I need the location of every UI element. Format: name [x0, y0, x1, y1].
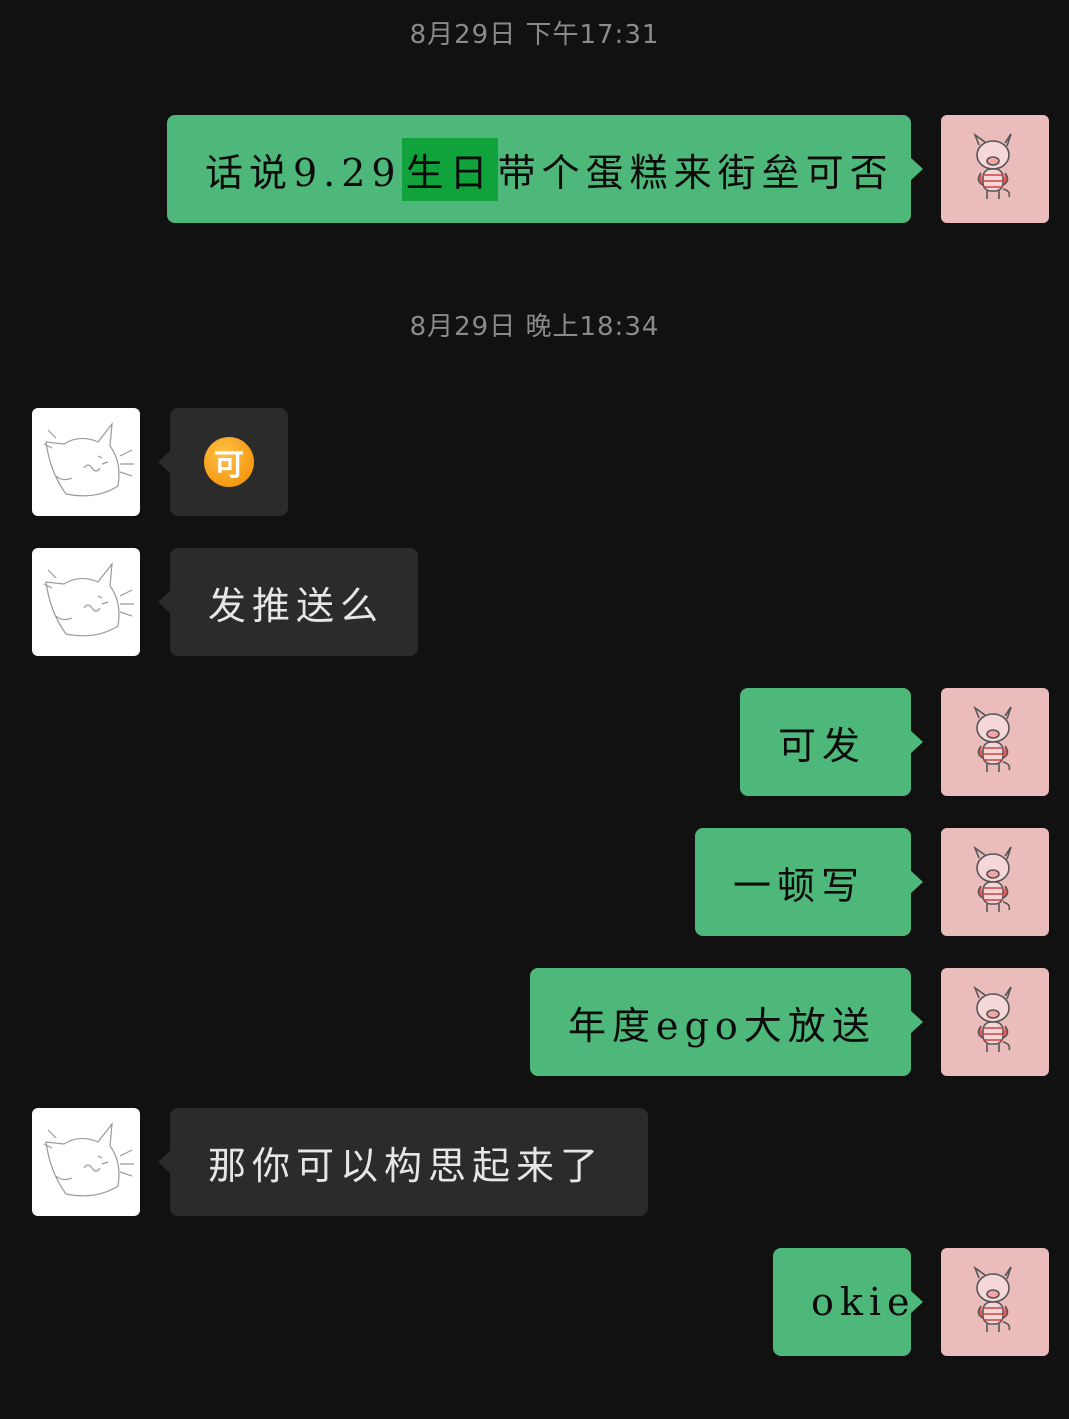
message-bubble-me-5[interactable]: okie	[773, 1248, 923, 1356]
message-bubble-them-1[interactable]: 可	[158, 408, 288, 516]
message-bubble-them-3[interactable]: 那你可以构思起来了	[158, 1108, 648, 1216]
my-avatar[interactable]	[941, 968, 1049, 1076]
timestamp-1: 8月29日 下午17:31	[409, 20, 660, 50]
their-avatar[interactable]	[32, 408, 140, 516]
message-text: 那你可以构思起来了	[208, 1143, 605, 1188]
highlighted-text: 生日	[401, 137, 498, 201]
ke-emoji-icon: 可	[204, 437, 254, 487]
timestamp-2: 8月29日 晚上18:34	[409, 312, 660, 342]
pig-avatar-icon	[973, 705, 1012, 772]
message-text: 一顿写	[733, 863, 866, 908]
pig-avatar-icon	[973, 845, 1012, 912]
message-bubble-them-2[interactable]: 发推送么	[158, 548, 418, 656]
message-bubble-me-3[interactable]: 一顿写	[695, 828, 923, 936]
message-text-part: 带个蛋糕来街垒可否	[497, 150, 894, 195]
my-avatar[interactable]	[941, 828, 1049, 936]
their-avatar[interactable]	[32, 548, 140, 656]
message-text: 年度ego大放送	[568, 1003, 876, 1048]
cat-sketch-avatar-icon	[43, 1122, 134, 1197]
message-bubble-me-2[interactable]: 可发	[740, 688, 923, 796]
my-avatar[interactable]	[941, 1248, 1049, 1356]
message-text: 发推送么	[208, 583, 385, 628]
pig-avatar-icon	[973, 132, 1012, 199]
message-bubble-me-4[interactable]: 年度ego大放送	[530, 968, 923, 1076]
their-avatar[interactable]	[32, 1108, 140, 1216]
message-text-part: 话说9.29	[205, 150, 402, 195]
my-avatar[interactable]	[941, 115, 1049, 223]
message-text: 可发	[778, 723, 867, 768]
cat-sketch-avatar-icon	[43, 422, 134, 497]
pig-avatar-icon	[973, 985, 1012, 1052]
my-avatar[interactable]	[941, 688, 1049, 796]
message-text: okie	[811, 1280, 916, 1324]
message-bubble-me-1[interactable]: 话说9.29 生日 带个蛋糕来街垒可否	[167, 115, 923, 223]
pig-avatar-icon	[973, 1265, 1012, 1332]
cat-sketch-avatar-icon	[43, 562, 134, 637]
